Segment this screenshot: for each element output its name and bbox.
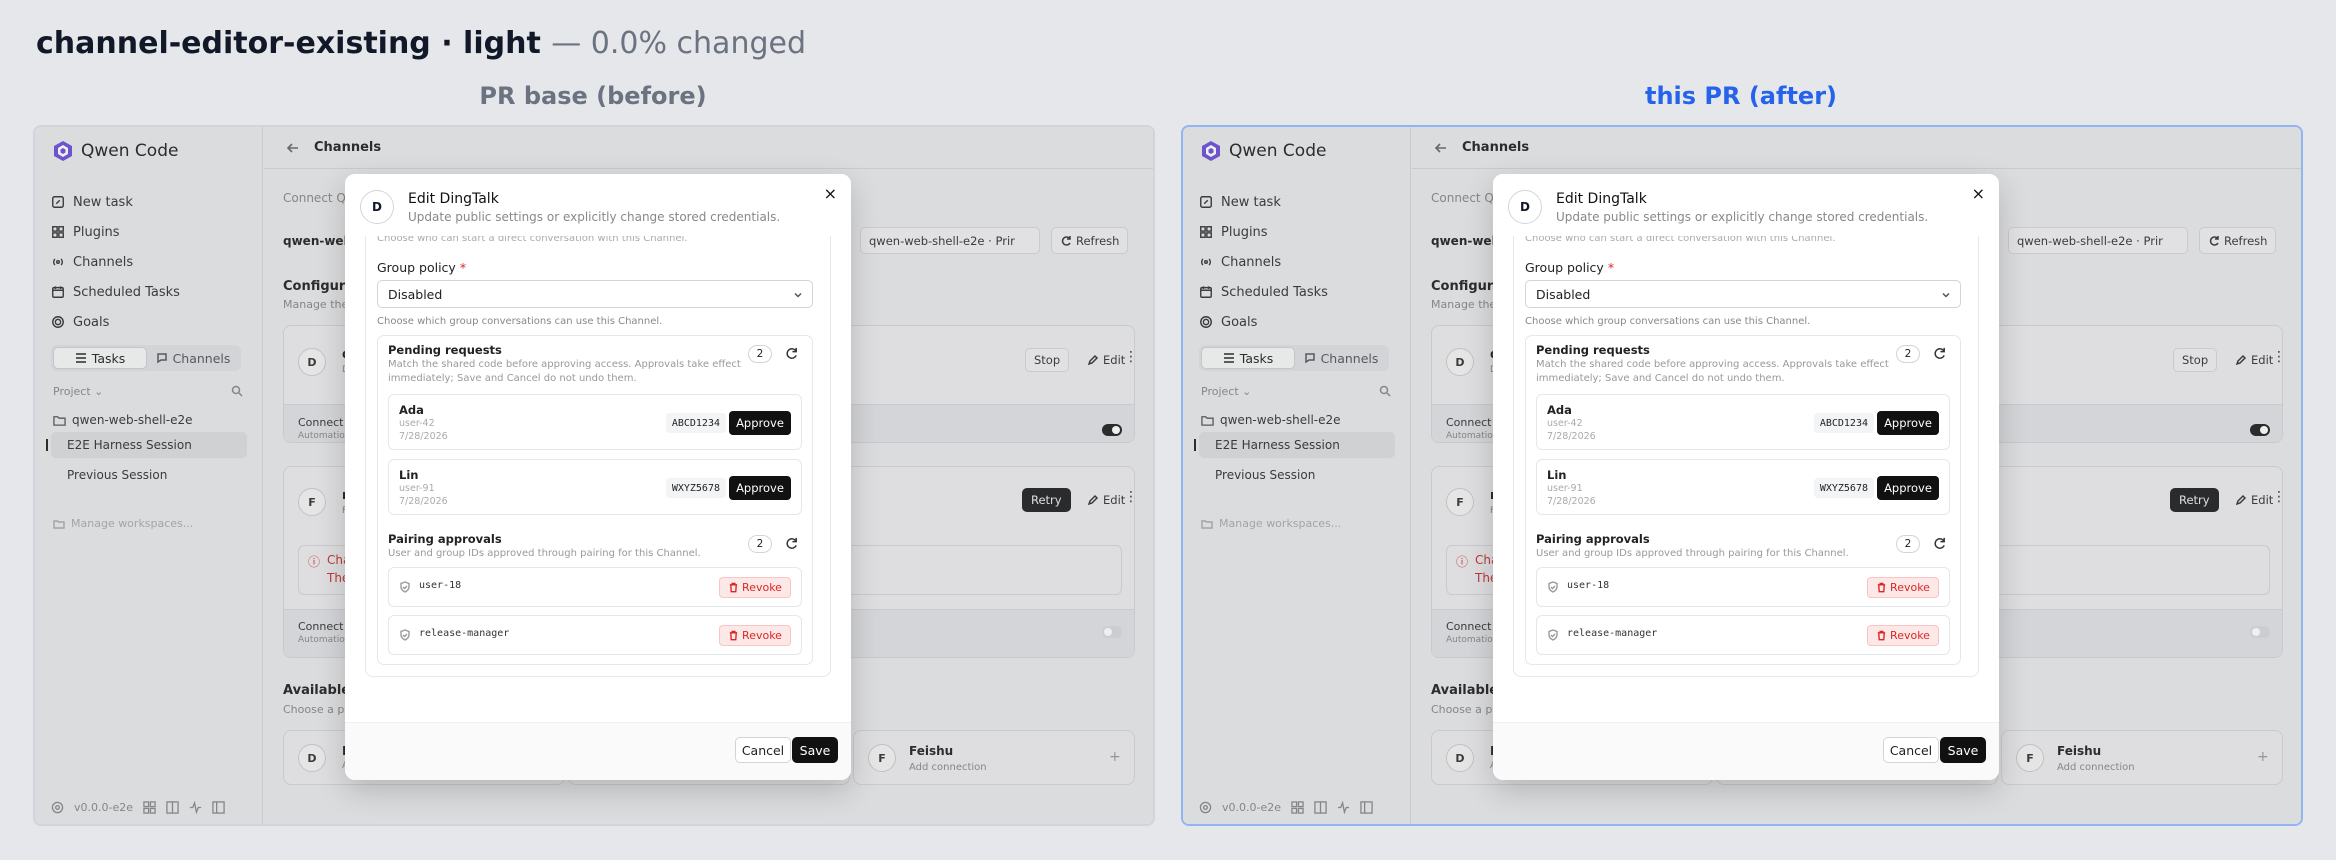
page-title: channel-editor-existing · light — 0.0% c… (36, 26, 806, 61)
modal-footer: Cancel Save (1493, 722, 1999, 780)
save-button[interactable]: Save (792, 737, 838, 763)
page-title-main: channel-editor-existing · light (36, 26, 541, 61)
edit-channel-modal: Choose who can start a direct conversati… (345, 174, 851, 780)
cancel-button[interactable]: Cancel (735, 737, 791, 763)
modal-header: D Edit DingTalk Update public settings o… (345, 174, 851, 236)
modal-body: Choose who can start a direct conversati… (345, 236, 851, 722)
modal-title: Edit DingTalk (408, 191, 499, 207)
before-pane: Qwen Code New task Plugins Channels Sche… (33, 125, 1155, 826)
after-pane-label: this PR (after) (1644, 82, 1837, 110)
page-title-sub: — 0.0% changed (551, 26, 807, 61)
channel-avatar: D (360, 190, 394, 224)
modal-subtitle: Update public settings or explicitly cha… (408, 210, 781, 224)
close-icon[interactable]: × (1972, 184, 1985, 203)
close-icon[interactable]: × (824, 184, 837, 203)
channel-avatar: D (1508, 190, 1542, 224)
modal-subtitle: Update public settings or explicitly cha… (1556, 210, 1929, 224)
scroll-container-border (365, 236, 831, 677)
scroll-container-border (1513, 236, 1979, 677)
edit-channel-modal: Choose who can start a direct conversati… (1493, 174, 1999, 780)
save-button[interactable]: Save (1940, 737, 1986, 763)
modal-footer: Cancel Save (345, 722, 851, 780)
modal-body: Choose who can start a direct conversati… (1493, 236, 1999, 722)
modal-title: Edit DingTalk (1556, 191, 1647, 207)
cancel-button[interactable]: Cancel (1883, 737, 1939, 763)
after-pane: Qwen Code New task Plugins Channels Sche… (1181, 125, 2303, 826)
modal-header: D Edit DingTalk Update public settings o… (1493, 174, 1999, 236)
before-pane-label: PR base (before) (479, 82, 707, 110)
